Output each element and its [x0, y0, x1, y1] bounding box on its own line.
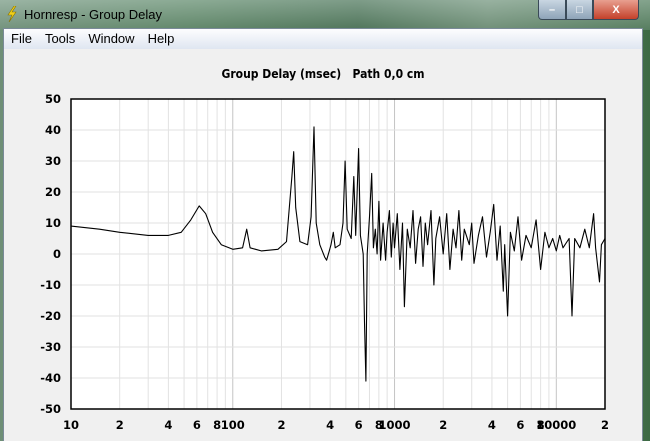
y-tick-label: 50 [45, 92, 61, 106]
x-tick-label: 4 [488, 418, 496, 432]
group-delay-chart: 50403020100-10-20-30-40-5010 2 4 6 8 100 2 4 6 81… [40, 92, 609, 432]
x-tick-label: 2 [601, 418, 609, 432]
x-tick-label: 6 [355, 418, 363, 432]
y-tick-label: -30 [40, 340, 61, 354]
y-tick-label: 10 [45, 216, 61, 230]
y-tick-label: 0 [53, 247, 61, 261]
x-tick-label: 100 [221, 418, 245, 432]
y-tick-label: -10 [40, 278, 61, 292]
x-tick-label: 4 [326, 418, 334, 432]
y-tick-label: -50 [40, 402, 61, 416]
x-tick-label: 10000 [536, 418, 576, 432]
y-tick-label: 20 [45, 185, 61, 199]
x-tick-label: 2 [439, 418, 447, 432]
x-tick-label: 2 [277, 418, 285, 432]
y-tick-label: 40 [45, 123, 61, 137]
x-tick-label: 6 [516, 418, 524, 432]
x-tick-label: 6 [193, 418, 201, 432]
x-tick-label: 1000 [379, 418, 411, 432]
x-tick-label: 4 [164, 418, 172, 432]
y-tick-label: 30 [45, 154, 61, 168]
x-tick-label: 2 [116, 418, 124, 432]
y-tick-label: -40 [40, 371, 61, 385]
x-tick-label: 10 [63, 418, 79, 432]
y-tick-label: -20 [40, 309, 61, 323]
